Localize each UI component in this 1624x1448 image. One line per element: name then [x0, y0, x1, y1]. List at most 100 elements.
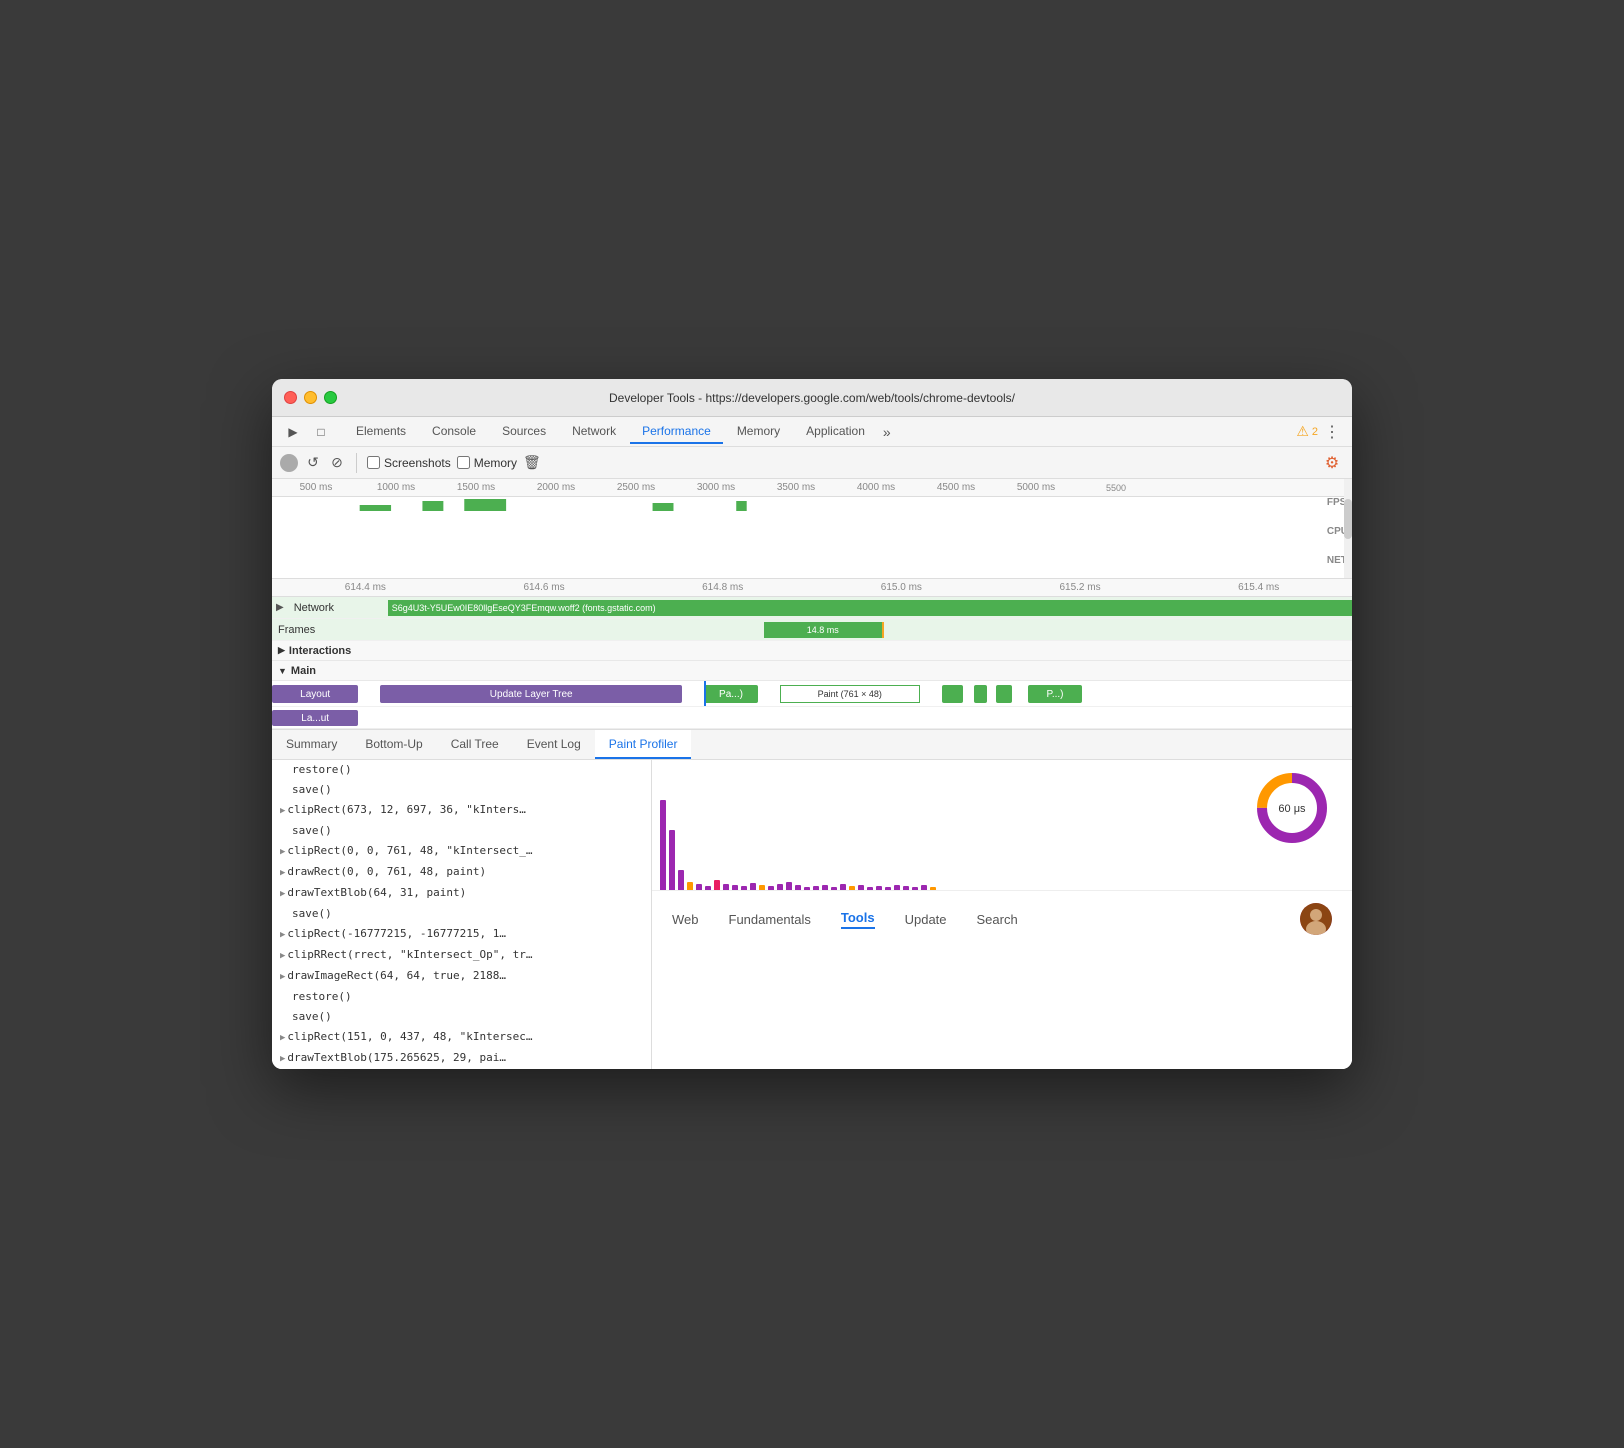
reload-button[interactable]: ↺: [304, 454, 322, 472]
nav-search[interactable]: Search: [977, 912, 1018, 927]
user-avatar[interactable]: [1300, 903, 1332, 935]
green-bar-3[interactable]: [996, 685, 1012, 703]
clear-button[interactable]: ⊘: [328, 454, 346, 472]
chart-bar-14[interactable]: [786, 882, 792, 890]
chart-bar-25[interactable]: [885, 887, 891, 890]
cmd-drawtextblob-1[interactable]: ▶drawTextBlob(64, 31, paint): [272, 883, 651, 904]
minimize-button[interactable]: [304, 391, 317, 404]
more-tabs-icon[interactable]: »: [879, 424, 895, 440]
chart-bar-28[interactable]: [912, 887, 918, 890]
tab-network[interactable]: Network: [560, 420, 628, 444]
chart-bar-2[interactable]: [678, 870, 684, 890]
chart-bar-26[interactable]: [894, 885, 900, 890]
update-layer-tree-bar[interactable]: Update Layer Tree: [380, 685, 682, 703]
layout-label: Layout: [300, 689, 330, 700]
cmd-drawtextblob-2[interactable]: ▶drawTextBlob(175.265625, 29, pai…: [272, 1048, 651, 1069]
chart-bar-20[interactable]: [840, 884, 846, 890]
bottom-panel: Summary Bottom-Up Call Tree Event Log Pa…: [272, 730, 1352, 1069]
cursor-icon[interactable]: ▶: [280, 419, 306, 445]
close-button[interactable]: [284, 391, 297, 404]
cmd-cliprect-1[interactable]: ▶clipRect(673, 12, 697, 36, "kInters…: [272, 800, 651, 821]
chart-bar-1[interactable]: [669, 830, 675, 890]
maximize-button[interactable]: [324, 391, 337, 404]
chart-bar-21[interactable]: [849, 886, 855, 890]
paint-small-bar[interactable]: Pa...): [704, 685, 758, 703]
scrollbar-track[interactable]: [1344, 479, 1352, 578]
paint-commands-list[interactable]: restore() save() ▶clipRect(673, 12, 697,…: [272, 760, 652, 1069]
chart-bar-9[interactable]: [741, 886, 747, 890]
screenshots-checkbox-label[interactable]: Screenshots: [367, 456, 451, 470]
chart-bar-4[interactable]: [696, 884, 702, 890]
memory-checkbox[interactable]: [457, 456, 470, 469]
chart-bar-8[interactable]: [732, 885, 738, 890]
trash-button[interactable]: 🗑: [523, 454, 541, 471]
paint-right-bar[interactable]: P...): [1028, 685, 1082, 703]
chart-bar-24[interactable]: [876, 886, 882, 890]
chart-bar-17[interactable]: [813, 886, 819, 890]
nav-tools[interactable]: Tools: [841, 910, 875, 929]
tab-summary[interactable]: Summary: [272, 730, 351, 759]
chart-bar-12[interactable]: [768, 886, 774, 890]
cmd-save-2[interactable]: save(): [272, 821, 651, 841]
cmd-restore-2[interactable]: restore(): [272, 987, 651, 1007]
chart-bar-5[interactable]: [705, 886, 711, 890]
cmd-cliprect-4[interactable]: ▶clipRect(151, 0, 437, 48, "kIntersec…: [272, 1027, 651, 1048]
secondary-tasks-row: La...ut: [272, 707, 1352, 729]
layout-bar[interactable]: Layout: [272, 685, 358, 703]
tab-event-log[interactable]: Event Log: [513, 730, 595, 759]
cmd-drawrect[interactable]: ▶drawRect(0, 0, 761, 48, paint): [272, 862, 651, 883]
chart-bar-13[interactable]: [777, 884, 783, 890]
chart-bar-11[interactable]: [759, 885, 765, 890]
chart-bar-16[interactable]: [804, 887, 810, 890]
timeline-overview[interactable]: 500 ms 1000 ms 1500 ms 2000 ms 2500 ms 3…: [272, 479, 1352, 579]
paint-large-bar[interactable]: Paint (761 × 48): [780, 685, 920, 703]
memory-checkbox-label[interactable]: Memory: [457, 456, 517, 470]
cmd-restore-1[interactable]: restore(): [272, 760, 651, 780]
chart-bar-0[interactable]: [660, 800, 666, 890]
record-button[interactable]: [280, 454, 298, 472]
paint-right-label: P...): [1046, 689, 1063, 700]
chart-bar-19[interactable]: [831, 887, 837, 890]
chart-bar-6[interactable]: [714, 880, 720, 890]
cmd-cliprrect[interactable]: ▶clipRRect(rrect, "kIntersect_Op", tr…: [272, 945, 651, 966]
tab-call-tree[interactable]: Call Tree: [437, 730, 513, 759]
main-section-header[interactable]: ▼ Main: [272, 661, 1352, 681]
tab-sources[interactable]: Sources: [490, 420, 558, 444]
chart-bar-30[interactable]: [930, 887, 936, 890]
screenshots-checkbox[interactable]: [367, 456, 380, 469]
green-bar-2[interactable]: [974, 685, 987, 703]
chart-bar-22[interactable]: [858, 885, 864, 890]
cmd-cliprect-2[interactable]: ▶clipRect(0, 0, 761, 48, "kIntersect_…: [272, 841, 651, 862]
chart-bar-23[interactable]: [867, 887, 873, 890]
cmd-save-1[interactable]: save(): [272, 780, 651, 800]
devtools-menu-icon[interactable]: ⋮: [1320, 422, 1344, 442]
cmd-cliprect-3[interactable]: ▶clipRect(-16777215, -16777215, 1…: [272, 924, 651, 945]
inspect-icon[interactable]: □: [308, 419, 334, 445]
nav-web[interactable]: Web: [672, 912, 699, 927]
chart-bar-10[interactable]: [750, 883, 756, 890]
tab-elements[interactable]: Elements: [344, 420, 418, 444]
green-bar-1[interactable]: [942, 685, 964, 703]
cmd-save-4[interactable]: save(): [272, 1007, 651, 1027]
tab-memory[interactable]: Memory: [725, 420, 792, 444]
nav-update[interactable]: Update: [905, 912, 947, 927]
chart-bar-15[interactable]: [795, 885, 801, 890]
cmd-save-3[interactable]: save(): [272, 904, 651, 924]
chart-bar-7[interactable]: [723, 884, 729, 890]
nav-fundamentals[interactable]: Fundamentals: [729, 912, 811, 927]
tab-paint-profiler[interactable]: Paint Profiler: [595, 730, 692, 759]
network-resource-text: S6g4U3t-Y5UEw0IE80llgEseQY3FEmqw.woff2 (…: [392, 603, 656, 613]
settings-button[interactable]: ⚙: [1320, 451, 1344, 475]
scrollbar-thumb[interactable]: [1344, 499, 1352, 539]
cmd-drawimagerect[interactable]: ▶drawImageRect(64, 64, true, 2188…: [272, 966, 651, 987]
chart-bar-27[interactable]: [903, 886, 909, 890]
interactions-section[interactable]: ▶ Interactions: [272, 641, 1352, 661]
tab-performance[interactable]: Performance: [630, 420, 723, 444]
chart-bar-18[interactable]: [822, 885, 828, 890]
tab-application[interactable]: Application: [794, 420, 877, 444]
tab-bottom-up[interactable]: Bottom-Up: [351, 730, 436, 759]
layout-small-bar[interactable]: La...ut: [272, 710, 358, 726]
chart-bar-29[interactable]: [921, 885, 927, 890]
tab-console[interactable]: Console: [420, 420, 488, 444]
chart-bar-3[interactable]: [687, 882, 693, 890]
